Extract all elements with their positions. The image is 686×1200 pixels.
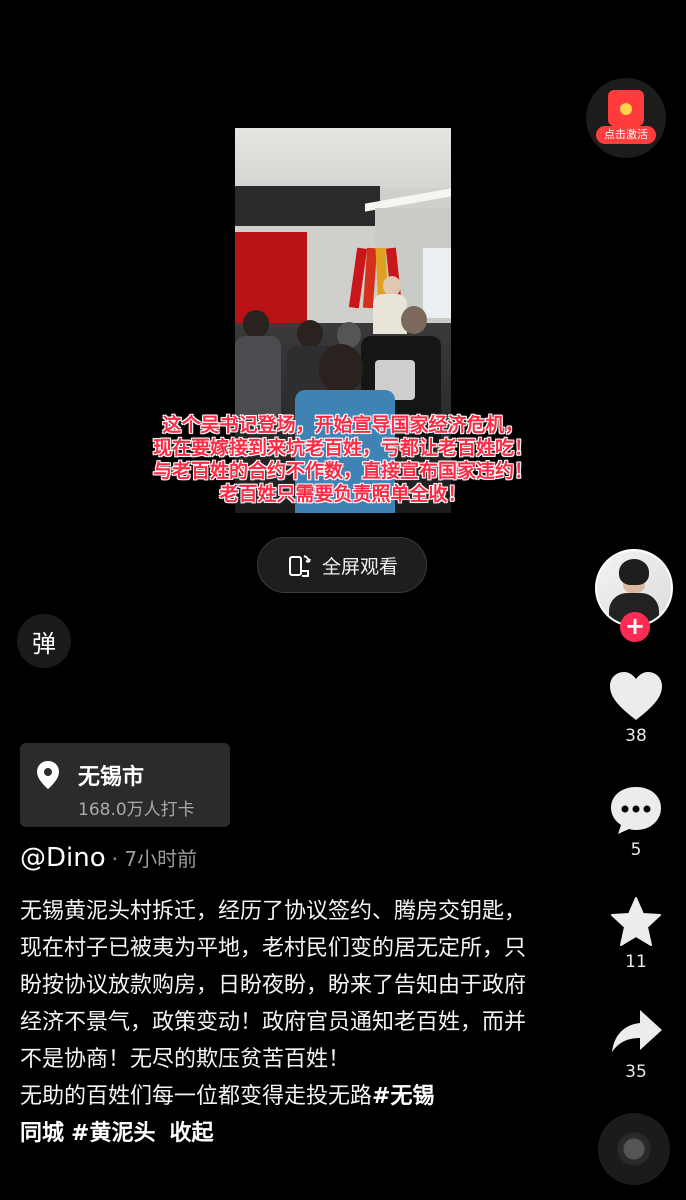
hashtag-huangnitou[interactable]: #黄泥头 [71, 1121, 155, 1146]
person-head [297, 320, 323, 348]
post-time: · 7小时前 [111, 847, 198, 871]
video-ceiling [235, 128, 451, 188]
location-checkins: 168.0万人打卡 [78, 800, 195, 820]
location-chip[interactable]: 无锡市 168.0万人打卡 [20, 743, 230, 827]
avatar-hair [619, 559, 649, 585]
like-button[interactable]: 38 [600, 670, 672, 746]
comment-count: 5 [630, 840, 642, 860]
hashtag-wuxi-tail[interactable]: 同城 [20, 1121, 64, 1146]
like-count: 38 [625, 726, 647, 746]
favorite-button[interactable]: 11 [600, 896, 672, 972]
video-window [423, 248, 451, 318]
follow-button[interactable]: + [620, 612, 650, 642]
caption-line: 这个吴书记登场，开始宣导国家经济危机， [162, 414, 524, 436]
author-line: @Dino · 7小时前 [20, 843, 197, 873]
caption-line: 与老百姓的合约不作数，直接宣布国家违约！ [152, 460, 533, 482]
fullscreen-button[interactable]: 全屏观看 [257, 537, 427, 593]
caption-line: 老百姓只需要负责照单全收！ [219, 483, 467, 505]
author-name[interactable]: @Dino [20, 843, 106, 873]
person-head [243, 310, 269, 338]
post-description: 无锡黄泥头村拆迁，经历了协议签约、腾房交钥匙，现在村子已被夷为平地，老村民们变的… [20, 893, 540, 1152]
share-arrow-icon [612, 1010, 662, 1052]
location-pin-icon [37, 761, 59, 789]
red-packet-label: 点击激活 [596, 126, 656, 144]
danmaku-toggle-button[interactable]: 弹 [17, 614, 71, 668]
person-head [401, 306, 427, 334]
person-body [235, 336, 281, 416]
video-beam [235, 186, 380, 226]
caption-line: 现在要嫁接到来坑老百姓，亏都让老百姓吃！ [152, 437, 533, 459]
person-head [383, 276, 401, 296]
music-disc-icon[interactable] [598, 1113, 670, 1185]
share-button[interactable]: 35 [600, 1006, 672, 1082]
rotate-screen-icon [288, 555, 311, 577]
favorite-count: 11 [625, 952, 647, 972]
heart-icon [610, 672, 662, 720]
video-caption: 这个吴书记登场，开始宣导国家经济危机， 现在要嫁接到来坑老百姓，亏都让老百姓吃！… [116, 414, 570, 506]
person-head [319, 344, 363, 394]
collapse-button[interactable]: 收起 [169, 1121, 213, 1146]
red-envelope-icon [608, 90, 644, 126]
comment-icon [611, 787, 661, 834]
share-count: 35 [625, 1062, 647, 1082]
video-feed-screen: 这个吴书记登场，开始宣导国家经济危机， 现在要嫁接到来坑老百姓，亏都让老百姓吃！… [0, 0, 686, 1200]
post-text: 无锡黄泥头村拆迁，经历了协议签约、腾房交钥匙，现在村子已被夷为平地，老村民们变的… [20, 899, 527, 1072]
post-text-2: 无助的百姓们每一位都变得走投无路 [20, 1084, 373, 1109]
red-packet-widget[interactable]: 点击激活 [586, 78, 666, 158]
comment-button[interactable]: 5 [600, 784, 672, 860]
fullscreen-label: 全屏观看 [321, 555, 398, 578]
location-city: 无锡市 [78, 765, 145, 790]
star-icon [611, 897, 661, 946]
danmaku-label: 弹 [32, 629, 56, 658]
video-red-board [235, 232, 307, 327]
hashtag-wuxi[interactable]: #无锡 [372, 1084, 434, 1109]
